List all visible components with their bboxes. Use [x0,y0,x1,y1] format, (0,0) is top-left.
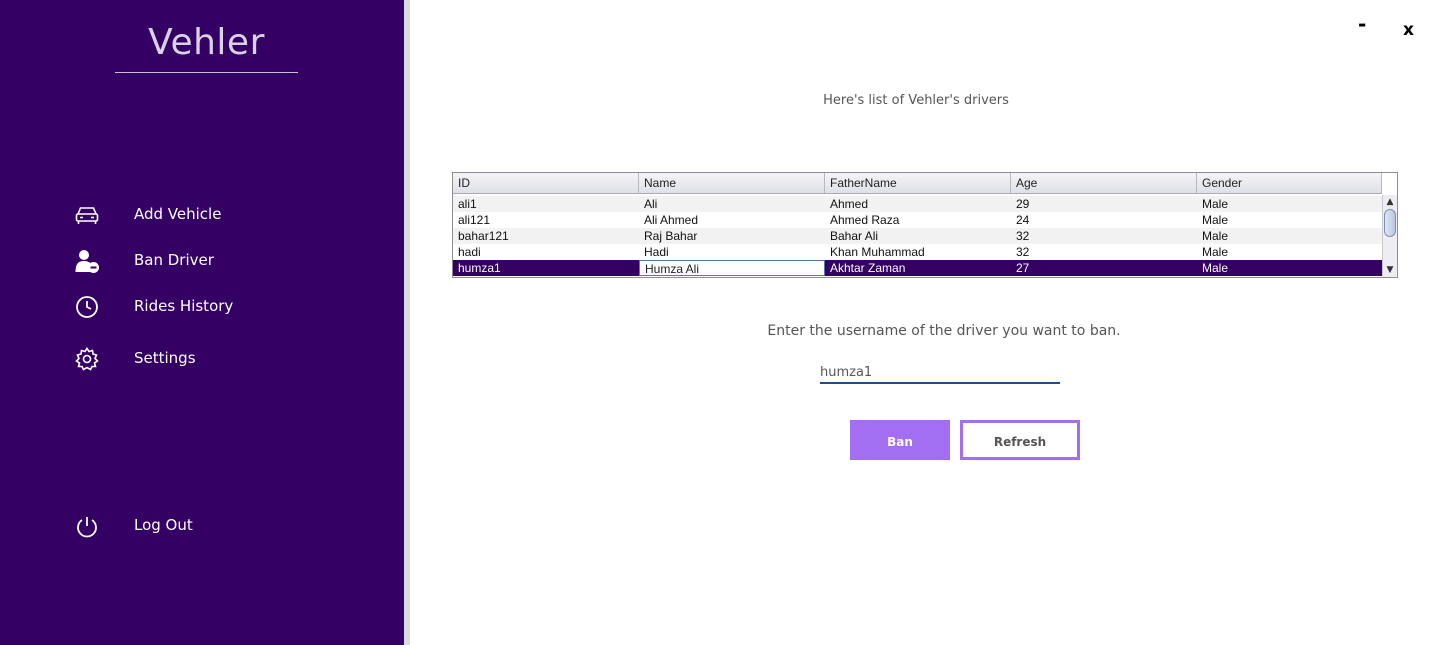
table-row-selected[interactable]: humza1 Humza Ali Akhtar Zaman 27 Male [453,260,1382,276]
drivers-table: ID Name FatherName Age Gender ali1 Ali A… [452,172,1398,278]
column-header-age[interactable]: Age [1011,173,1197,193]
cell-name: Ali Ahmed [644,213,699,227]
title-divider [115,72,298,73]
cell-id: hadi [458,245,481,259]
remove-user-icon [74,248,100,274]
column-header-fathername[interactable]: FatherName [825,173,1011,193]
cell-age: 32 [1016,229,1030,243]
cell-id: bahar121 [458,229,509,243]
cell-fathername: Akhtar Zaman [830,261,906,275]
cell-id: ali1 [458,197,477,211]
minimize-button[interactable]: - [1358,12,1366,36]
gear-icon [74,346,100,372]
sidebar-item-settings[interactable]: Settings [70,343,370,375]
clock-icon [74,294,100,320]
cell-fathername: Khan Muhammad [830,245,925,259]
cell-age: 32 [1016,245,1030,259]
cell-fathername: Bahar Ali [830,229,879,243]
scrollbar-thumb[interactable] [1384,209,1396,237]
close-button[interactable]: x [1403,20,1414,40]
sidebar-item-label: Settings [134,349,196,367]
cell-name: Raj Bahar [644,229,698,243]
table-row[interactable]: ali1 Ali Ahmed 29 Male [453,196,1382,212]
cell-gender: Male [1202,261,1229,275]
cell-id: humza1 [458,261,501,275]
sidebar-item-ban-driver[interactable]: Ban Driver [70,245,370,277]
cell-gender: Male [1202,245,1229,259]
car-icon [74,202,100,228]
sidebar-item-rides-history[interactable]: Rides History [70,291,370,323]
sidebar-item-label: Add Vehicle [134,205,222,223]
cell-gender: Male [1202,229,1229,243]
page-heading: Here's list of Vehler's drivers [823,93,1009,108]
cell-age: 27 [1016,261,1030,275]
sidebar-item-add-vehicle[interactable]: Add Vehicle [70,199,370,231]
column-header-gender[interactable]: Gender [1197,173,1382,193]
ban-button[interactable]: Ban [850,420,950,460]
ban-prompt: Enter the username of the driver you wan… [767,323,1121,339]
column-header-name[interactable]: Name [639,173,825,193]
table-scrollbar[interactable]: ▲ ▼ [1382,195,1397,277]
sidebar-divider [404,0,410,645]
table-header: ID Name FatherName Age Gender [453,173,1382,194]
column-header-id[interactable]: ID [453,173,639,193]
cell-name: Humza Ali [639,260,825,276]
sidebar-item-label: Rides History [134,297,234,315]
table-row[interactable]: ali121 Ali Ahmed Ahmed Raza 24 Male [453,212,1382,228]
refresh-button[interactable]: Refresh [960,420,1080,460]
cell-gender: Male [1202,213,1229,227]
table-row[interactable]: hadi Hadi Khan Muhammad 32 Male [453,244,1382,260]
cell-id: ali121 [458,213,491,227]
cell-name: Ali [644,197,658,211]
cell-name: Hadi [644,245,669,259]
cell-gender: Male [1202,197,1229,211]
cell-fathername: Ahmed [830,197,869,211]
sidebar-item-label: Ban Driver [134,251,214,269]
scroll-down-arrow-icon[interactable]: ▼ [1383,264,1397,276]
logout-button[interactable]: Log Out [70,510,370,542]
cell-age: 29 [1016,197,1030,211]
cell-fathername: Ahmed Raza [830,213,900,227]
app-title: Vehler [148,22,265,63]
sidebar: Vehler Add Vehicle Ban Driver Rides Hist… [0,0,404,645]
logout-label: Log Out [134,516,193,534]
scroll-up-arrow-icon[interactable]: ▲ [1383,196,1397,208]
cell-age: 24 [1016,213,1030,227]
username-input[interactable] [820,362,1060,384]
table-row[interactable]: bahar121 Raj Bahar Bahar Ali 32 Male [453,228,1382,244]
power-icon [74,513,100,539]
